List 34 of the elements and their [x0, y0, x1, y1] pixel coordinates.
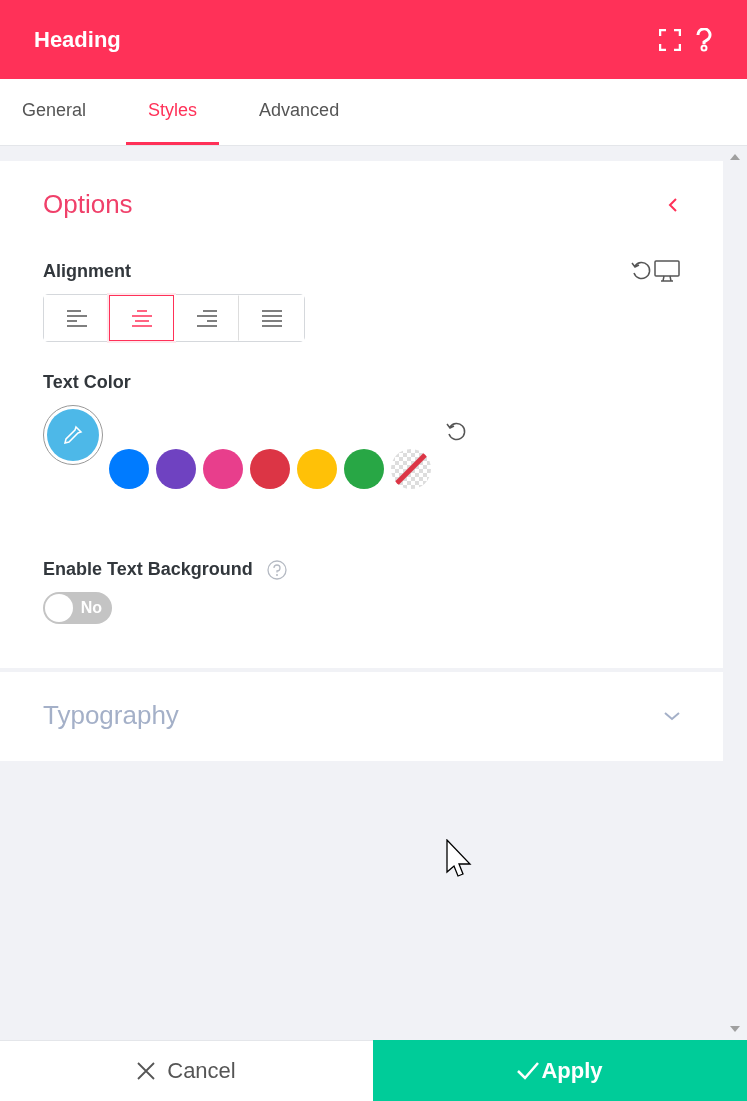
scroll-down-icon[interactable]	[730, 1026, 740, 1032]
tab[interactable]: Advanced	[237, 79, 362, 145]
section-title[interactable]: Typography	[43, 700, 179, 731]
help-icon[interactable]	[266, 559, 287, 580]
section-title[interactable]: Options	[43, 189, 133, 220]
chevron-left-icon[interactable]	[666, 197, 680, 212]
align-left-icon	[66, 309, 87, 327]
align-right-icon	[196, 309, 217, 327]
field-label: Enable Text Background	[43, 559, 253, 580]
color-swatch[interactable]	[250, 449, 290, 489]
tab[interactable]: General	[0, 79, 109, 145]
check-icon	[517, 1061, 540, 1080]
scroll-up-icon[interactable]	[730, 154, 740, 160]
align-center-icon	[131, 309, 152, 327]
reset-icon[interactable]	[445, 421, 467, 443]
align-justify-icon	[262, 309, 282, 327]
fullscreen-icon[interactable]	[659, 28, 681, 51]
color-swatch[interactable]	[344, 449, 384, 489]
field-label: Alignment	[43, 260, 131, 282]
reset-icon[interactable]	[630, 260, 652, 282]
desktop-icon[interactable]	[654, 260, 680, 282]
field-label: Text Color	[43, 372, 132, 393]
color-swatch[interactable]	[156, 449, 196, 489]
color-swatch[interactable]	[109, 449, 149, 489]
eyedropper-icon	[62, 424, 84, 446]
align-button[interactable]	[109, 295, 174, 341]
apply-button[interactable]: Apply	[373, 1040, 747, 1101]
color-swatch[interactable]	[297, 449, 337, 489]
chevron-down-icon[interactable]	[664, 709, 680, 722]
panel-title: Heading	[34, 26, 121, 53]
close-icon	[137, 1062, 156, 1080]
cursor-icon	[446, 839, 472, 879]
help-icon[interactable]	[695, 27, 713, 52]
color-swatch[interactable]	[203, 449, 243, 489]
